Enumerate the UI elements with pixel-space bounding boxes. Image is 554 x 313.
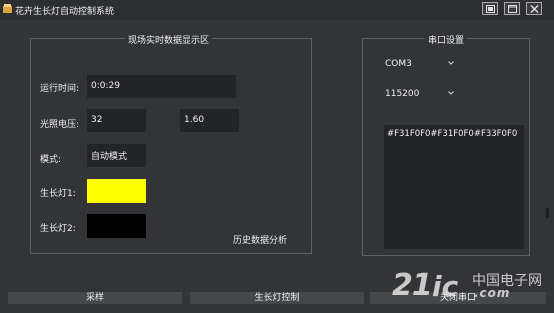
- close-button[interactable]: [526, 2, 542, 15]
- history-analysis-button[interactable]: 历史数据分析: [233, 233, 287, 246]
- close-icon: [530, 5, 539, 13]
- grow-light-2-indicator: [87, 214, 146, 238]
- grow-light-1-indicator: [87, 179, 146, 203]
- serial-receive-textarea[interactable]: #F31F0F0#F31F0F0#F33F0F0: [384, 125, 524, 249]
- baud-select-value: 115200: [385, 89, 420, 99]
- window-title: 花卉生长灯自动控制系统: [15, 7, 115, 17]
- port-select-value: COM3: [385, 59, 412, 69]
- runtime-field: 0:0:29: [87, 75, 236, 98]
- mode-label: 模式:: [40, 155, 62, 165]
- maximize-icon: [508, 5, 517, 13]
- grow-light-2-label: 生长灯2:: [40, 224, 76, 234]
- watermark-com: .com: [474, 286, 511, 300]
- chevron-down-icon: [448, 91, 454, 95]
- watermark-number: 21: [392, 268, 433, 303]
- serial-settings-title: 串口设置: [425, 33, 468, 46]
- watermark-ic: ic: [432, 270, 459, 303]
- scrollbar-stub: [546, 208, 549, 218]
- port-select[interactable]: COM3: [382, 57, 462, 73]
- realtime-data-title: 现场实时数据显示区: [125, 33, 213, 46]
- sample-button[interactable]: 采样: [8, 292, 182, 304]
- baud-select[interactable]: 115200: [382, 87, 462, 103]
- restore-icon: [486, 5, 495, 13]
- light-voltage-label: 光照电压:: [40, 120, 80, 130]
- chevron-down-icon: [448, 61, 454, 65]
- restore-button[interactable]: [482, 2, 498, 15]
- title-bar: 花卉生长灯自动控制系统: [0, 0, 554, 20]
- app-icon: [3, 4, 12, 13]
- grow-light-control-button[interactable]: 生长灯控制: [190, 292, 364, 304]
- watermark-logo: 21 ic 中国电子网 .com: [392, 268, 554, 308]
- runtime-label: 运行时间:: [40, 84, 80, 94]
- light-voltage-field-raw: 32: [87, 109, 146, 132]
- light-voltage-field-volts: 1.60: [180, 109, 239, 132]
- maximize-button[interactable]: [504, 2, 520, 15]
- mode-field: 自动模式: [87, 144, 146, 167]
- grow-light-1-label: 生长灯1:: [40, 189, 76, 199]
